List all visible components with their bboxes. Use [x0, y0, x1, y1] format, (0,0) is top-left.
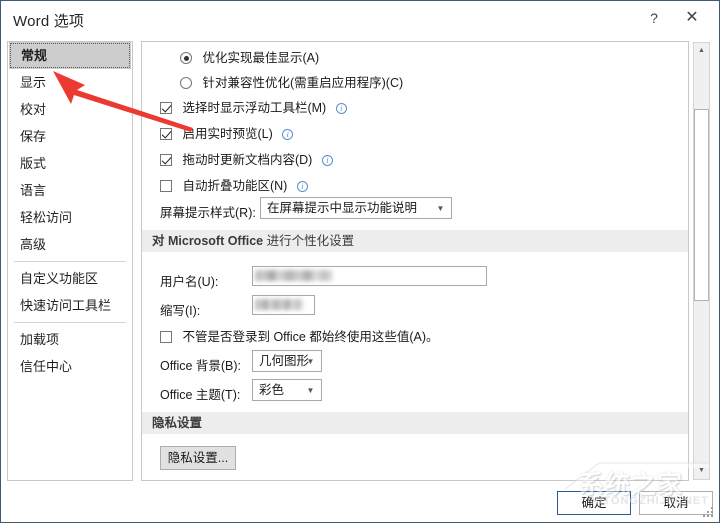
office-theme-label: Office 主题(T): [160, 388, 241, 402]
username-redacted-value [255, 270, 333, 281]
sidebar-item-display[interactable]: 显示 [8, 69, 132, 96]
radio-indicator [180, 52, 192, 64]
checkbox-collapse-ribbon-label: 自动折叠功能区(N) [182, 179, 288, 193]
page-title: Word 选项 [13, 13, 85, 30]
ok-button[interactable]: 确定 [557, 491, 631, 515]
radio-optimize-compatibility[interactable]: 针对兼容性优化(需重启应用程序)(C) [180, 72, 403, 91]
sidebar-item-customize-ribbon[interactable]: 自定义功能区 [8, 265, 132, 292]
info-icon[interactable]: i [296, 181, 308, 192]
chevron-down-icon: ▼ [436, 204, 445, 213]
section-header-personalize: 对 Microsoft Office 进行个性化设置 [142, 230, 688, 252]
checkbox-always-use-values-label: 不管是否登录到 Office 都始终使用这些值(A)。 [182, 330, 439, 344]
checkbox-indicator [160, 128, 172, 140]
radio-optimize-display-label: 优化实现最佳显示(A) [202, 51, 320, 65]
scroll-up-icon[interactable]: ▲ [694, 43, 709, 59]
word-options-dialog: Word 选项 ? ✕ 常规 显示 校对 保存 版式 语言 轻松访问 高级 自定… [0, 0, 720, 523]
chevron-down-icon: ▼ [306, 386, 315, 395]
sidebar-item-language[interactable]: 语言 [8, 177, 132, 204]
checkbox-live-preview-label: 启用实时预览(L) [182, 127, 273, 141]
checkbox-mini-toolbar[interactable]: 选择时显示浮动工具栏(M) i [160, 97, 347, 116]
checkbox-indicator [160, 102, 172, 114]
section-prefix: 对 [152, 234, 168, 248]
checkbox-always-use-values[interactable]: 不管是否登录到 Office 都始终使用这些值(A)。 [160, 326, 439, 345]
checkbox-indicator [160, 331, 172, 343]
office-background-label: Office 背景(B): [160, 359, 242, 373]
sidebar-divider [14, 322, 126, 323]
screentip-style-value: 在屏幕提示中显示功能说明 [267, 201, 418, 215]
sidebar: 常规 显示 校对 保存 版式 语言 轻松访问 高级 自定义功能区 快速访问工具栏… [7, 41, 133, 481]
checkbox-update-on-drag-label: 拖动时更新文档内容(D) [182, 153, 313, 167]
office-theme-select[interactable]: 彩色 ▼ [252, 379, 322, 401]
initials-redacted-value [255, 299, 303, 310]
options-content-pane: 优化实现最佳显示(A) 针对兼容性优化(需重启应用程序)(C) 选择时显示浮动工… [141, 41, 689, 481]
initials-label: 缩写(I): [160, 304, 201, 318]
screentip-style-select[interactable]: 在屏幕提示中显示功能说明 ▼ [260, 197, 452, 219]
scroll-down-icon[interactable]: ▼ [694, 463, 709, 479]
sidebar-item-layout[interactable]: 版式 [8, 150, 132, 177]
info-icon[interactable]: i [335, 103, 347, 114]
sidebar-divider [14, 261, 126, 262]
initials-input[interactable] [252, 295, 315, 315]
checkbox-mini-toolbar-label: 选择时显示浮动工具栏(M) [182, 101, 327, 115]
sidebar-item-quick-access-toolbar[interactable]: 快速访问工具栏 [8, 292, 132, 319]
office-theme-value: 彩色 [259, 383, 285, 397]
cancel-button[interactable]: 取消 [639, 491, 713, 515]
sidebar-item-advanced[interactable]: 高级 [8, 231, 132, 258]
checkbox-indicator [160, 154, 172, 166]
info-icon[interactable]: i [282, 129, 294, 140]
section-header-privacy: 隐私设置 [142, 412, 688, 434]
section-suffix: 进行个性化设置 [263, 234, 355, 248]
username-input[interactable] [252, 266, 487, 286]
privacy-settings-button[interactable]: 隐私设置... [160, 446, 236, 470]
resize-grip[interactable] [703, 507, 715, 519]
sidebar-item-addins[interactable]: 加载项 [8, 326, 132, 353]
sidebar-item-proofing[interactable]: 校对 [8, 96, 132, 123]
title-bar: Word 选项 ? ✕ [1, 1, 719, 37]
vertical-scrollbar[interactable]: ▲ ▼ [693, 42, 710, 480]
screentip-style-label: 屏幕提示样式(R): [160, 206, 256, 220]
sidebar-item-accessibility[interactable]: 轻松访问 [8, 204, 132, 231]
checkbox-indicator [160, 180, 172, 192]
checkbox-update-on-drag[interactable]: 拖动时更新文档内容(D) i [160, 149, 333, 168]
radio-optimize-display[interactable]: 优化实现最佳显示(A) [180, 47, 319, 66]
chevron-down-icon: ▼ [306, 357, 315, 366]
username-label: 用户名(U): [160, 275, 219, 289]
checkbox-live-preview[interactable]: 启用实时预览(L) i [160, 123, 294, 142]
radio-optimize-compatibility-label: 针对兼容性优化(需重启应用程序)(C) [202, 76, 404, 90]
sidebar-item-trust-center[interactable]: 信任中心 [8, 353, 132, 380]
section-brand: Microsoft Office [167, 234, 264, 248]
help-icon[interactable]: ? [639, 5, 669, 31]
sidebar-item-general[interactable]: 常规 [9, 42, 131, 69]
office-background-value: 几何图形 [259, 354, 310, 368]
scrollbar-thumb[interactable] [694, 109, 709, 301]
close-icon[interactable]: ✕ [677, 5, 707, 31]
radio-indicator [180, 77, 192, 89]
checkbox-collapse-ribbon[interactable]: 自动折叠功能区(N) i [160, 175, 308, 194]
sidebar-item-save[interactable]: 保存 [8, 123, 132, 150]
office-background-select[interactable]: 几何图形 ▼ [252, 350, 322, 372]
info-icon[interactable]: i [321, 155, 333, 166]
